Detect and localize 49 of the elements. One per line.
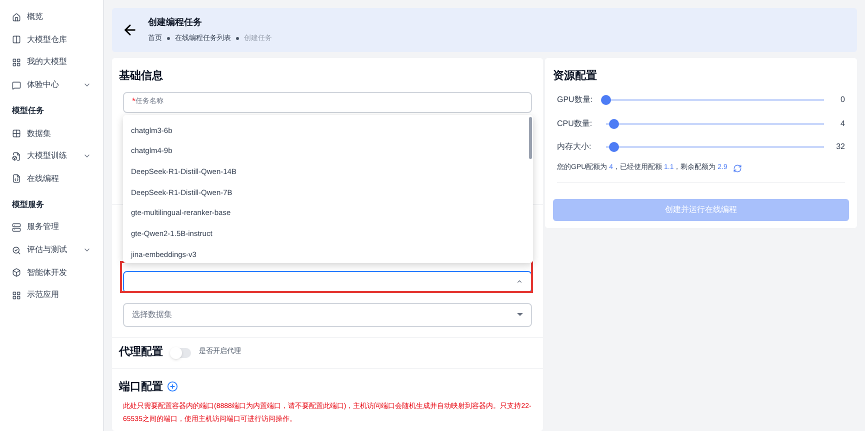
sidebar-heading: 模型服务 <box>11 199 45 212</box>
sidebar-item[interactable]: 大模型仓库 <box>0 28 103 52</box>
sidebar-item[interactable]: 服务管理 <box>0 216 103 239</box>
page-title: 创建编程任务 <box>148 16 203 29</box>
breadcrumb-separator-icon <box>236 37 239 40</box>
section-title: 端口配置 <box>119 380 163 394</box>
breadcrumb-separator-icon <box>167 37 170 40</box>
home-icon <box>12 12 21 22</box>
model-select[interactable] <box>123 270 532 292</box>
slider-value: 4 <box>840 118 845 130</box>
slider-value: 0 <box>840 94 845 106</box>
file-icon <box>12 174 21 184</box>
sidebar-item[interactable]: 概览 <box>0 6 103 29</box>
slider-label: GPU数量: <box>557 94 594 106</box>
slider-value: 32 <box>835 141 845 154</box>
sidebar-item[interactable]: 智能体开发 <box>0 261 103 284</box>
server-icon <box>12 222 21 232</box>
scrollbar-thumb[interactable] <box>529 117 532 159</box>
section-title: 资源配置 <box>553 68 598 84</box>
caret-icon <box>516 278 523 285</box>
refresh-icon[interactable] <box>733 164 742 173</box>
slider-thumb[interactable] <box>608 118 619 129</box>
grid-icon <box>12 290 21 300</box>
caret-icon <box>517 313 523 316</box>
sidebar-item[interactable]: 评估与测试 <box>0 238 103 262</box>
cube-icon <box>12 268 21 278</box>
select-field[interactable]: 选择数据集 <box>123 302 532 326</box>
section-title: 代理配置 <box>119 344 163 360</box>
document-icon <box>12 152 21 161</box>
sidebar-heading: 模型任务 <box>11 105 45 118</box>
section-title: 基础信息 <box>119 68 164 84</box>
proxy-toggle[interactable] <box>171 348 191 358</box>
grid-icon <box>12 58 21 67</box>
table-icon <box>12 129 21 138</box>
slider-thumb[interactable] <box>608 142 619 152</box>
sidebar-item[interactable]: 体验中心 <box>0 74 103 96</box>
sidebar-item[interactable]: 大模型训练 <box>0 144 103 168</box>
required-mark: * <box>132 95 136 108</box>
slider-label: 内存大小: <box>557 141 592 154</box>
chat-icon <box>12 80 21 90</box>
add-port-icon[interactable] <box>167 381 178 392</box>
slider-label: CPU数量: <box>557 118 594 130</box>
sidebar-item[interactable]: 在线编程 <box>0 168 103 190</box>
sidebar-item[interactable]: 示范应用 <box>0 284 103 307</box>
search-icon <box>12 246 21 255</box>
sidebar-item[interactable]: 数据集 <box>0 122 103 145</box>
slider-thumb[interactable] <box>601 95 611 106</box>
sidebar-item[interactable]: 我的大模型 <box>0 51 103 74</box>
columns-icon <box>12 35 21 44</box>
